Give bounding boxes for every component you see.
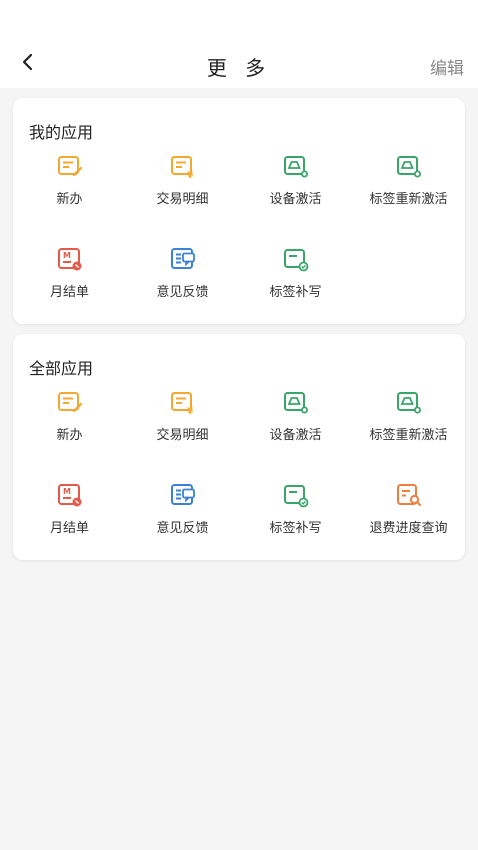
refund-query-icon: [396, 482, 422, 508]
new-handle-icon: [57, 389, 83, 415]
my-apps-grid: 新办 ¥ 交易明细 设备激活 标签重新激活 M 月结单 意见反馈 标签补写: [13, 153, 465, 339]
app-item[interactable]: ¥ 交易明细: [126, 153, 239, 246]
my-apps-card: 我的应用 新办 ¥ 交易明细 设备激活 标签重新激活 M 月结单 意见反馈 标签补写: [13, 98, 465, 324]
app-label: 月结单: [49, 285, 89, 300]
app-item[interactable]: 意见反馈: [126, 482, 239, 575]
app-item[interactable]: 意见反馈: [126, 246, 239, 339]
app-label: 标签补写: [269, 521, 322, 536]
my-apps-title: 我的应用: [29, 123, 94, 142]
tag-rewrite-icon: [283, 246, 309, 272]
app-label: 退费进度查询: [369, 521, 448, 536]
app-label: 标签重新激活: [369, 428, 448, 443]
svg-text:¥: ¥: [187, 407, 194, 415]
device-activate-icon: [283, 153, 309, 179]
app-item[interactable]: 标签重新激活: [352, 389, 465, 482]
app-label: 意见反馈: [156, 285, 209, 300]
app-label: 意见反馈: [156, 521, 209, 536]
app-label: 月结单: [49, 521, 89, 536]
feedback-icon: [170, 482, 196, 508]
app-label: 交易明细: [156, 428, 209, 443]
tag-rewrite-icon: [283, 482, 309, 508]
top-bar: 更 多 编辑: [0, 0, 478, 88]
svg-text:M: M: [63, 251, 71, 260]
monthly-statement-icon: M: [57, 246, 83, 272]
tag-reactivate-icon: [396, 389, 422, 415]
transaction-detail-icon: ¥: [170, 153, 196, 181]
app-item[interactable]: 新办: [13, 389, 126, 482]
new-handle-icon: [57, 153, 83, 179]
app-label: 新办: [56, 428, 83, 443]
svg-text:M: M: [63, 487, 71, 496]
all-apps-card: 全部应用 新办 ¥ 交易明细 设备激活 标签重新激活 M 月结单 意见反馈 标签补写 退费进度查询: [13, 334, 465, 560]
tag-reactivate-icon: [396, 153, 422, 179]
app-item[interactable]: 标签补写: [239, 482, 352, 575]
app-item[interactable]: 退费进度查询: [352, 482, 465, 575]
app-item[interactable]: 标签补写: [239, 246, 352, 339]
all-apps-grid: 新办 ¥ 交易明细 设备激活 标签重新激活 M 月结单 意见反馈 标签补写 退费进度查询: [13, 389, 465, 575]
app-item[interactable]: 标签重新激活: [352, 153, 465, 246]
app-label: 标签补写: [269, 285, 322, 300]
all-apps-title: 全部应用: [29, 359, 94, 378]
monthly-statement-icon: M: [57, 482, 83, 508]
device-activate-icon: [283, 389, 309, 415]
app-item[interactable]: 设备激活: [239, 153, 352, 246]
app-label: 设备激活: [269, 428, 322, 443]
edit-button[interactable]: 编辑: [430, 54, 464, 79]
app-item[interactable]: M 月结单: [13, 482, 126, 575]
app-item[interactable]: M 月结单: [13, 246, 126, 339]
feedback-icon: [170, 246, 196, 272]
app-item[interactable]: ¥ 交易明细: [126, 389, 239, 482]
app-label: 设备激活: [269, 192, 322, 207]
app-item[interactable]: 新办: [13, 153, 126, 246]
svg-text:¥: ¥: [187, 171, 194, 179]
app-label: 标签重新激活: [369, 192, 448, 207]
app-label: 交易明细: [156, 192, 209, 207]
transaction-detail-icon: ¥: [170, 389, 196, 417]
app-label: 新办: [56, 192, 83, 207]
app-item[interactable]: 设备激活: [239, 389, 352, 482]
page-title: 更 多: [206, 56, 272, 80]
